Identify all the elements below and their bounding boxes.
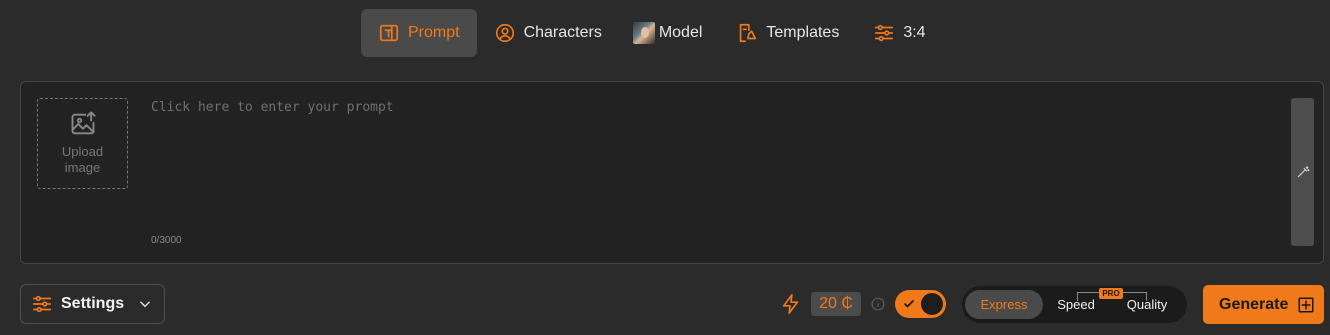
generate-button[interactable]: Generate [1203,285,1324,324]
character-counter: 0/3000 [151,235,182,246]
tab-model-label: Model [658,24,703,41]
tab-aspect-ratio-label: 3:4 [903,24,926,41]
lightning-icon [782,294,799,314]
mode-tabs: Prompt Characters Model Templates 3:4 [361,9,943,57]
chevron-down-icon [140,301,150,308]
model-thumbnail [632,22,655,44]
generation-mode-selector: Express Speed Quality PRO [962,286,1187,323]
character-icon [495,23,514,43]
mode-speed[interactable]: Speed [1052,290,1100,319]
tab-characters-label: Characters [523,24,602,41]
settings-dropdown[interactable]: Settings [20,284,165,324]
tab-model[interactable]: Model [619,9,720,57]
templates-icon [740,23,757,43]
tab-aspect-ratio[interactable]: 3:4 [856,9,942,57]
mode-quality[interactable]: Quality [1120,290,1174,319]
tab-prompt[interactable]: Prompt [361,9,477,57]
prompt-input[interactable] [151,100,1271,230]
upload-image-label: Upload image [61,144,104,175]
prompt-panel: Upload image 0/3000 [20,81,1324,264]
tab-prompt-label: Prompt [408,24,460,41]
upload-image-button[interactable]: Upload image [37,98,128,189]
generate-label: Generate [1219,295,1289,313]
credits-toggle[interactable] [895,290,946,318]
settings-label: Settings [61,295,125,312]
image-upload-icon [71,111,96,135]
tab-characters[interactable]: Characters [477,9,619,57]
toggle-knob [921,293,943,315]
magic-wand-icon [1297,166,1309,178]
magic-enhance-button[interactable] [1291,98,1314,246]
settings-sliders-icon [32,295,52,313]
tab-templates[interactable]: Templates [719,9,856,57]
plus-square-icon [1298,297,1314,312]
checkmark-icon [904,300,914,308]
text-prompt-icon [379,24,399,42]
mode-express[interactable]: Express [965,290,1043,319]
pro-badge: PRO [1099,288,1123,299]
credits-cost: 20 ₵ [811,292,861,316]
tab-templates-label: Templates [766,24,840,41]
info-icon[interactable] [871,297,885,311]
sliders-icon [875,24,894,42]
